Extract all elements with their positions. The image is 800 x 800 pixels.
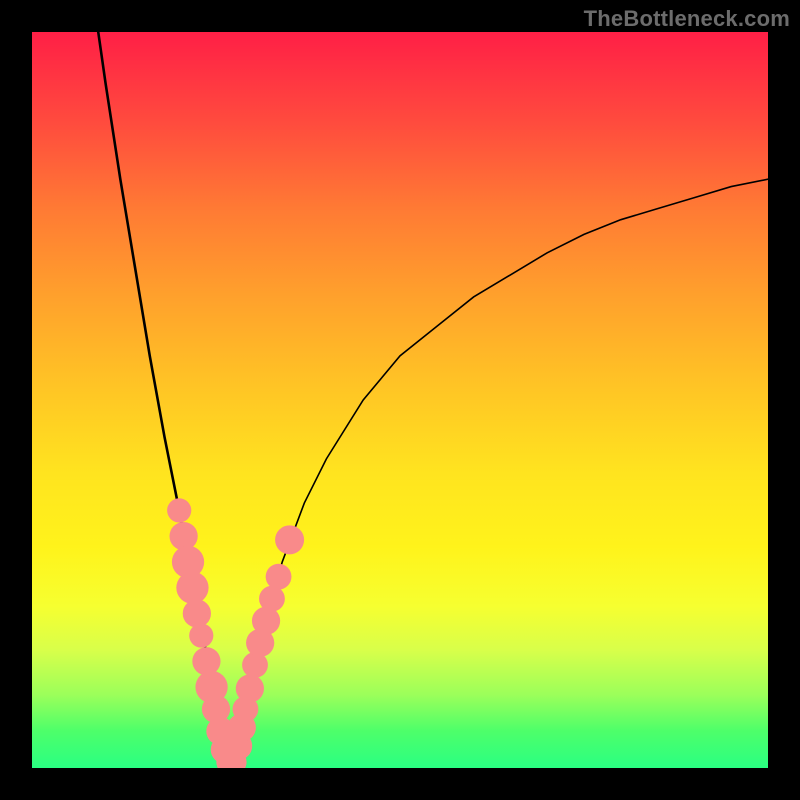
plot-area xyxy=(32,32,768,768)
data-marker xyxy=(266,564,292,590)
data-marker xyxy=(176,572,208,604)
curve-right xyxy=(234,179,768,764)
watermark-text: TheBottleneck.com xyxy=(584,6,790,32)
data-marker xyxy=(259,586,285,612)
data-marker xyxy=(192,647,220,675)
chart-overlay xyxy=(32,32,768,768)
data-marker xyxy=(183,599,211,627)
data-marker xyxy=(189,623,213,647)
data-marker xyxy=(167,498,191,522)
data-markers xyxy=(167,498,304,768)
data-marker xyxy=(275,525,304,554)
data-marker xyxy=(170,522,198,550)
data-marker xyxy=(236,674,264,702)
chart-frame: TheBottleneck.com xyxy=(0,0,800,800)
